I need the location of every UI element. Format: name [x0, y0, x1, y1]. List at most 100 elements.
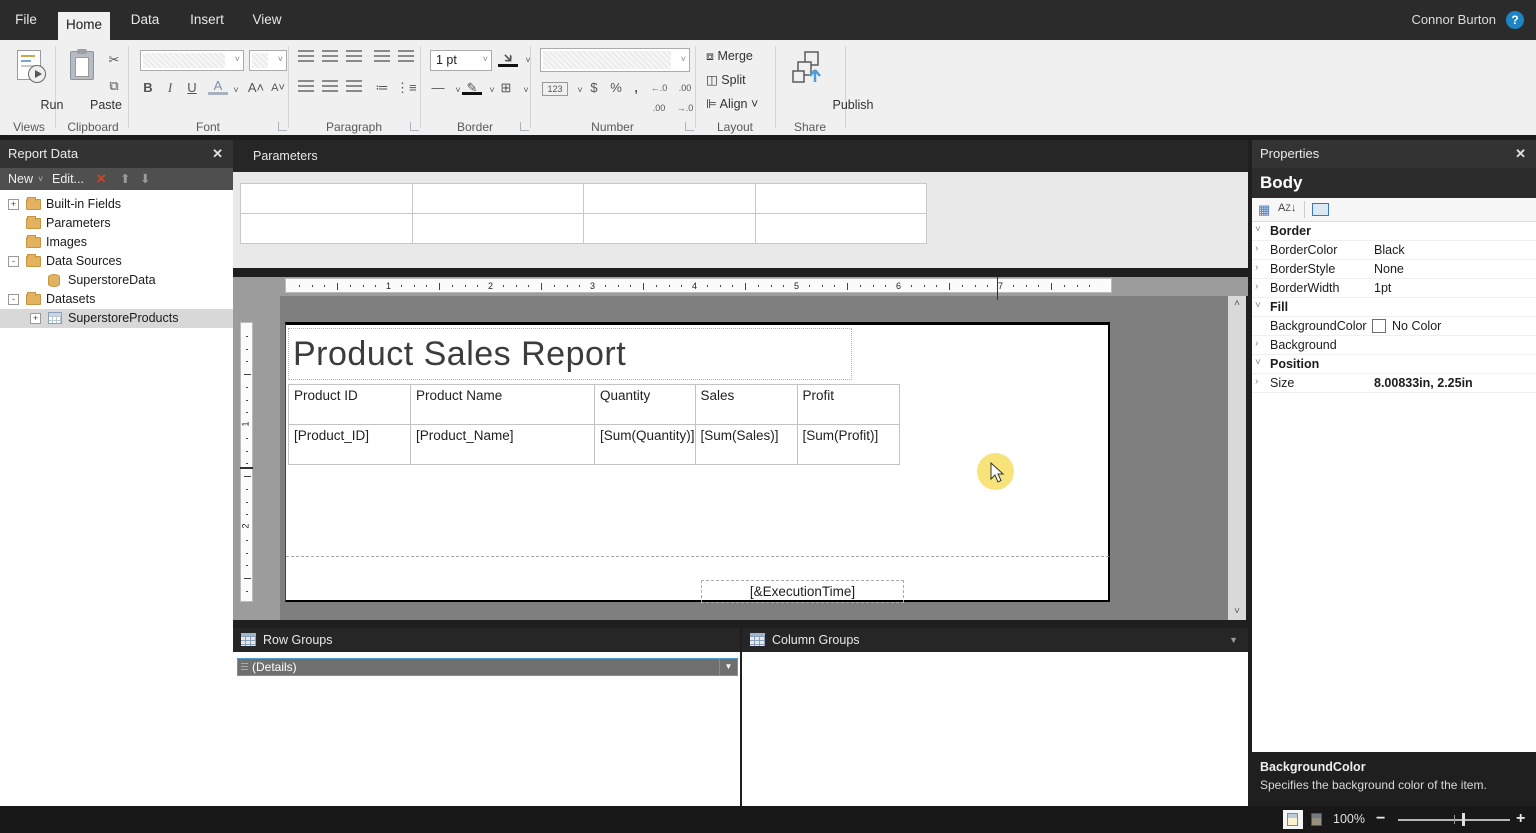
property-row-borderwidth[interactable]: ›BorderWidth1pt — [1252, 279, 1536, 298]
align-middle-button[interactable] — [320, 48, 340, 68]
sort-az-icon[interactable]: AZ↓ — [1278, 202, 1296, 214]
split-button[interactable]: ◫ Split — [706, 70, 770, 90]
cut-icon[interactable]: ✂ — [104, 50, 124, 70]
user-name[interactable]: Connor Burton — [1411, 0, 1496, 40]
color-swatch[interactable] — [1372, 319, 1386, 333]
scroll-down-icon[interactable]: ˅ — [1228, 604, 1246, 620]
border-width-combo[interactable]: 1 pt˅ — [430, 50, 492, 71]
decrease-decimal-button[interactable]: .00→.0 — [672, 78, 698, 98]
run-button[interactable]: Run — [6, 46, 52, 116]
expand-icon[interactable]: › — [1255, 376, 1258, 387]
collapse-icon[interactable]: ˅ — [1255, 224, 1261, 235]
collapse-icon[interactable]: ˅ — [1255, 357, 1261, 368]
number-format-button[interactable]: 123 — [542, 82, 568, 96]
collapse-icon[interactable]: ˅ — [1255, 300, 1261, 311]
expand-icon[interactable]: › — [1255, 338, 1258, 349]
close-icon[interactable]: ✕ — [1515, 140, 1526, 168]
zoom-out-button[interactable]: − — [1376, 806, 1385, 833]
increase-indent-button[interactable] — [396, 48, 416, 68]
merge-button[interactable]: ⧈ Merge — [706, 46, 770, 66]
property-row-size[interactable]: ›Size8.00833in, 2.25in — [1252, 374, 1536, 393]
property-value[interactable]: Black — [1374, 243, 1405, 257]
table-header-cell[interactable]: Product Name — [411, 385, 595, 425]
execution-time-textbox[interactable]: [&ExecutionTime] — [701, 580, 904, 603]
parameter-cell[interactable] — [412, 183, 585, 214]
parameter-cell[interactable] — [412, 213, 585, 244]
zoom-slider-thumb[interactable] — [1462, 813, 1465, 826]
table-data-cell[interactable]: [Sum(Sales)] — [695, 425, 797, 465]
copy-icon[interactable]: ⧉ — [104, 76, 124, 96]
collapse-icon[interactable]: - — [8, 294, 19, 305]
align-left-button[interactable] — [296, 78, 316, 98]
tree-item-images[interactable]: Images — [0, 233, 233, 252]
new-dropdown-icon[interactable]: ˅ — [38, 168, 43, 190]
move-down-icon[interactable]: ⬇ — [140, 168, 150, 190]
expand-icon[interactable]: › — [1255, 281, 1258, 292]
collapse-icon[interactable]: - — [8, 256, 19, 267]
increase-decimal-button[interactable]: ←.0.00 — [646, 78, 672, 98]
table-data-cell[interactable]: [Sum(Quantity)] — [595, 425, 696, 465]
edit-button[interactable]: Edit... — [52, 168, 84, 190]
italic-button[interactable]: I — [160, 78, 180, 98]
property-row-backgroundcolor[interactable]: BackgroundColorNo Color — [1252, 317, 1536, 336]
font-name-combo[interactable]: ˅ — [140, 50, 244, 71]
expand-icon[interactable]: + — [8, 199, 19, 210]
property-row-borderstyle[interactable]: ›BorderStyleNone — [1252, 260, 1536, 279]
font-color-dropdown[interactable]: ˅ — [226, 80, 246, 100]
font-size-combo[interactable]: ˅ — [249, 50, 287, 71]
bullets-button[interactable]: ≔ — [372, 78, 392, 98]
tree-item-data-sources[interactable]: -Data Sources — [0, 252, 233, 271]
align-right-button[interactable] — [344, 78, 364, 98]
report-title-textbox[interactable]: Product Sales Report — [288, 328, 852, 380]
new-button[interactable]: New — [8, 168, 33, 190]
property-value[interactable]: No Color — [1392, 319, 1441, 333]
report-table[interactable]: Product IDProduct NameQuantitySalesProfi… — [288, 384, 900, 465]
parameter-cell[interactable] — [583, 183, 756, 214]
shrink-font-button[interactable]: A˅ — [268, 78, 288, 98]
decrease-indent-button[interactable] — [372, 48, 392, 68]
tab-view[interactable]: View — [246, 0, 288, 40]
table-data-cell[interactable]: [Sum(Profit)] — [797, 425, 899, 465]
zoom-in-button[interactable]: + — [1516, 806, 1525, 833]
underline-button[interactable]: U — [182, 78, 202, 98]
column-groups-dropdown-icon[interactable]: ▼ — [1229, 628, 1238, 652]
property-value[interactable]: None — [1374, 262, 1404, 276]
tab-home[interactable]: Home — [58, 12, 110, 40]
table-data-cell[interactable]: [Product_ID] — [289, 425, 411, 465]
align-button[interactable]: ⊫ Align ˅ — [706, 94, 770, 114]
line-style-button[interactable]: — — [428, 78, 448, 98]
vertical-scrollbar[interactable]: ˄ ˅ — [1228, 296, 1246, 620]
property-value[interactable]: 8.00833in, 2.25in — [1374, 376, 1473, 390]
borders-dropdown[interactable]: ˅ — [516, 80, 536, 100]
help-icon[interactable]: ? — [1506, 11, 1524, 29]
table-data-cell[interactable]: [Product_Name] — [411, 425, 595, 465]
fill-color-button[interactable]: 🡶 — [498, 48, 518, 67]
design-view-button[interactable] — [1283, 810, 1303, 829]
property-category-border[interactable]: ˅Border — [1252, 222, 1536, 241]
row-group-details[interactable]: (Details) ▼ — [237, 658, 738, 676]
align-top-button[interactable] — [296, 48, 316, 68]
numbering-button[interactable]: ⋮≡ — [396, 78, 416, 98]
parameter-cell[interactable] — [755, 213, 928, 244]
tab-file[interactable]: File — [6, 0, 46, 40]
scroll-up-icon[interactable]: ˄ — [1228, 296, 1246, 312]
parameter-cell[interactable] — [240, 213, 413, 244]
tree-item-built-in-fields[interactable]: +Built-in Fields — [0, 195, 233, 214]
tree-item-superstoreproducts[interactable]: +SuperstoreProducts — [0, 309, 233, 328]
property-row-bordercolor[interactable]: ›BorderColorBlack — [1252, 241, 1536, 260]
delete-icon[interactable]: ✕ — [96, 168, 106, 190]
expand-icon[interactable]: › — [1255, 243, 1258, 254]
property-category-position[interactable]: ˅Position — [1252, 355, 1536, 374]
move-up-icon[interactable]: ⬆ — [120, 168, 130, 190]
paragraph-dialog-launcher[interactable] — [410, 122, 419, 131]
parameter-cell[interactable] — [755, 183, 928, 214]
property-row-background[interactable]: ›Background — [1252, 336, 1536, 355]
number-format-combo[interactable]: ˅ — [540, 48, 690, 72]
font-color-button[interactable]: A — [208, 78, 228, 95]
property-pages-icon[interactable] — [1312, 203, 1329, 216]
table-header-cell[interactable]: Sales — [695, 385, 797, 425]
table-header-cell[interactable]: Profit — [797, 385, 899, 425]
tree-item-datasets[interactable]: -Datasets — [0, 290, 233, 309]
run-view-button[interactable] — [1307, 810, 1327, 829]
categorized-icon[interactable]: ▦ — [1258, 202, 1270, 218]
